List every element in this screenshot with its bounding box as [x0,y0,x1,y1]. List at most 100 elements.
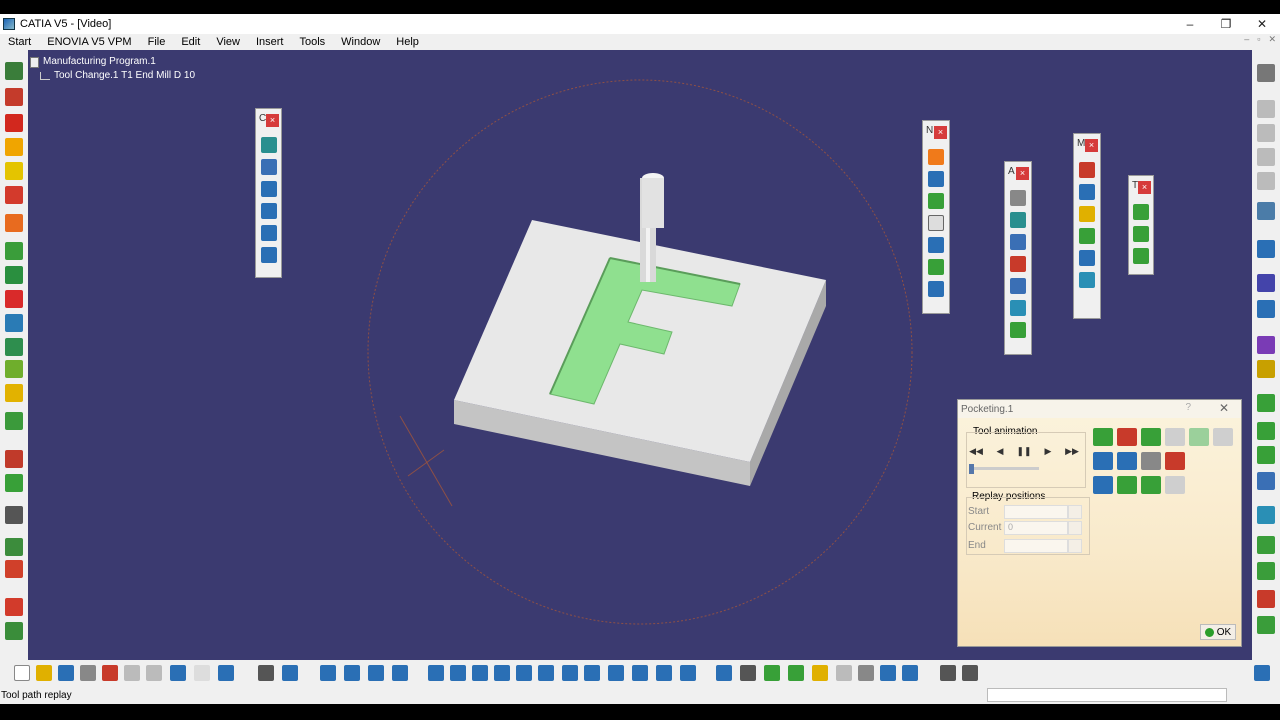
layout-icon[interactable] [962,665,978,681]
display-mode-icon-1[interactable] [1093,452,1113,470]
view-path-icon[interactable] [260,225,277,241]
nc-chart-icon[interactable] [928,237,944,253]
nc-gauge-icon[interactable] [928,259,944,275]
fast-forward-button[interactable]: ▶▶ [1061,442,1083,460]
transform-icon-1[interactable] [1133,204,1149,220]
catalog-icon[interactable] [1257,274,1275,292]
menu-window[interactable]: Window [333,36,388,48]
pause-button[interactable]: ❚❚ [1013,442,1035,460]
view-curve-icon[interactable] [260,247,277,263]
dialog-close-button[interactable]: ✕ [1219,401,1229,415]
tree-node-program[interactable]: Manufacturing Program.1 [30,55,195,69]
dock-icon[interactable] [940,665,956,681]
grey-tool-icon-1[interactable] [1257,100,1275,118]
drill-icon[interactable] [5,186,23,204]
step-forward-button[interactable]: ▶ [1037,442,1059,460]
current-pick-button[interactable] [1068,521,1082,535]
transform-icon[interactable] [5,538,23,556]
doc-minimize-button[interactable]: – [1244,34,1249,45]
zoom-in-icon[interactable] [516,665,532,681]
nc-process-icon[interactable] [928,193,944,209]
ok-button[interactable]: OK [1200,624,1236,640]
toolbar-n-close-button[interactable]: × [934,125,947,139]
table-view-icon[interactable] [740,665,756,681]
grey-tool-icon-2[interactable] [1257,124,1275,142]
tool-icon-7[interactable] [1257,562,1275,580]
guide-icon[interactable] [5,412,23,430]
nc-table-icon[interactable] [928,171,944,187]
machining-icon-4[interactable] [1079,228,1095,244]
nc-document-icon[interactable] [928,215,944,231]
resource-icon[interactable] [788,665,804,681]
tool-path-icon[interactable] [5,88,23,106]
yellow-part-icon[interactable] [5,138,23,156]
current-field[interactable]: 0 [1004,521,1068,535]
curve-icon[interactable] [5,290,23,308]
machining-icon-1[interactable] [1079,162,1095,178]
menu-edit[interactable]: Edit [173,36,208,48]
analysis-icon[interactable] [1257,360,1275,378]
machining-icon-3[interactable] [1079,206,1095,222]
auxiliary-icon-6[interactable] [1010,300,1026,316]
save-icon[interactable] [58,665,74,681]
auxiliary-icon-7[interactable] [1010,322,1026,338]
machine-icon[interactable] [5,622,23,640]
command-input[interactable] [987,688,1227,702]
rotate-icon[interactable] [494,665,510,681]
iso-view-icon[interactable] [608,665,624,681]
start-field[interactable] [1004,505,1068,519]
auxiliary-icon-5[interactable] [1010,278,1026,294]
undo-icon[interactable] [170,665,186,681]
analysis-icon[interactable] [812,665,828,681]
connect-icon[interactable] [5,506,23,524]
box-icon[interactable] [5,314,23,332]
replay-option-icon-4[interactable] [1165,428,1185,446]
end-pick-button[interactable] [1068,539,1082,553]
dialog-help-button[interactable]: ? [1185,402,1191,413]
view-box-icon[interactable] [260,137,277,153]
replay-option-icon-3[interactable] [1141,428,1161,446]
auxiliary-icon-2[interactable] [1010,212,1026,228]
display-icon[interactable] [902,665,918,681]
tool-icon-6[interactable] [1257,536,1275,554]
doc-close-button[interactable]: ✕ [1268,34,1276,45]
grid-icon[interactable] [320,665,336,681]
tree-node-tool-change[interactable]: Tool Change.1 T1 End Mill D 10 [40,69,195,83]
cut-icon[interactable] [102,665,118,681]
animation-slider-thumb[interactable] [969,464,974,474]
view-axis-icon[interactable] [260,203,277,219]
close-button[interactable]: ✕ [1244,14,1280,34]
tool-icon-5[interactable] [1257,506,1275,524]
zoom-out-icon[interactable] [538,665,554,681]
process-icon[interactable] [764,665,780,681]
menu-file[interactable]: File [140,36,174,48]
select-icon[interactable] [1257,202,1275,220]
contour-icon[interactable] [5,266,23,284]
display-mode-icon-2[interactable] [1117,452,1137,470]
grid-icon[interactable] [5,338,23,356]
auxiliary-icon-1[interactable] [1010,190,1026,206]
display-mode-icon-3[interactable] [1141,452,1161,470]
menu-tools[interactable]: Tools [291,36,333,48]
machining-icon-2[interactable] [1079,184,1095,200]
print-icon[interactable] [80,665,96,681]
menu-enovia[interactable]: ENOVIA V5 VPM [39,36,139,48]
toolbar-a-close-button[interactable]: × [1016,166,1029,180]
multi-view-icon[interactable] [584,665,600,681]
pan-icon[interactable] [472,665,488,681]
minimize-button[interactable]: – [1172,14,1208,34]
view-iso-icon[interactable] [260,159,277,175]
rewind-button[interactable]: ◀◀ [965,442,987,460]
auxiliary-icon-4[interactable] [1010,256,1026,272]
toolbar-m-close-button[interactable]: × [1085,138,1098,152]
machining-icon-5[interactable] [1079,250,1095,266]
comment-icon[interactable] [282,665,298,681]
tool-icon-3[interactable] [1257,446,1275,464]
transform-icon-2[interactable] [1133,226,1149,242]
layers-icon[interactable] [5,474,23,492]
fixture-icon[interactable] [858,665,874,681]
machining-icon-6[interactable] [1079,272,1095,288]
start-pick-button[interactable] [1068,505,1082,519]
doc-restore-button[interactable]: ▫ [1257,34,1260,45]
probe-icon[interactable] [5,384,23,402]
